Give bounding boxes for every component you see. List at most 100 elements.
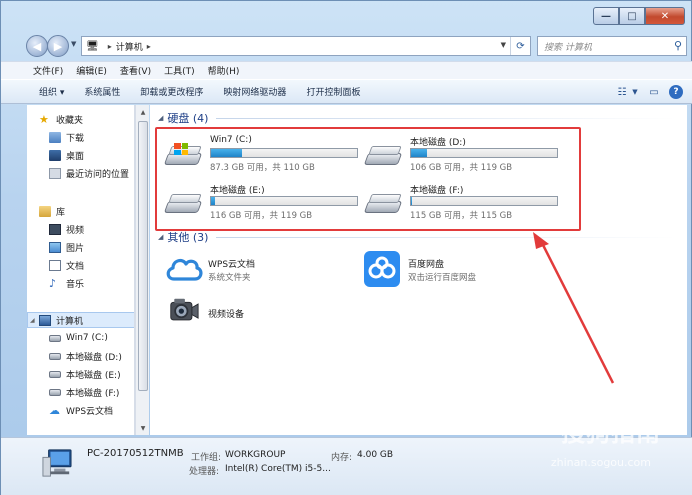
forward-arrow-icon: ▶ bbox=[53, 39, 63, 53]
nav-drive-e[interactable]: 本地磁盘 (E:) bbox=[27, 366, 134, 382]
drive-c-tile[interactable]: Win7 (C:) 87.3 GB 可用，共 110 GB bbox=[163, 133, 364, 177]
content-pane: ◢ 硬盘 (4) Win7 (C:) 87.3 GB 可用，共 110 GB 本 bbox=[150, 105, 687, 435]
drive-icon bbox=[49, 334, 61, 342]
memory-label: 内存: bbox=[331, 453, 353, 463]
group-hard-disks-label: 硬盘 (4) bbox=[167, 112, 209, 125]
nav-drive-e-label: 本地磁盘 (E:) bbox=[66, 370, 121, 381]
wps-cloud-tile[interactable]: WPS云文档 系统文件夹 bbox=[164, 251, 364, 291]
drive-d-tile[interactable]: 本地磁盘 (D:) 106 GB 可用，共 119 GB bbox=[363, 133, 564, 177]
scrollbar-thumb[interactable] bbox=[138, 121, 148, 391]
nav-documents[interactable]: 文档 bbox=[27, 257, 134, 273]
map-network-drive-button[interactable]: 映射网络驱动器 bbox=[223, 85, 286, 98]
baidu-netdisk-icon bbox=[364, 251, 400, 287]
drive-name: 本地磁盘 (D:) bbox=[410, 138, 466, 148]
forward-button[interactable]: ▶ bbox=[47, 35, 69, 57]
drive-f-tile[interactable]: 本地磁盘 (F:) 115 GB 可用，共 115 GB bbox=[363, 181, 564, 225]
nav-drive-d-label: 本地磁盘 (D:) bbox=[66, 352, 122, 363]
memory-value: 4.00 GB bbox=[357, 450, 394, 460]
menu-view[interactable]: 查看(V) bbox=[120, 64, 151, 77]
nav-recent-label: 最近访问的位置 bbox=[66, 169, 130, 180]
group-collapse-icon[interactable]: ◢ bbox=[158, 114, 163, 122]
breadcrumb-computer[interactable]: 计算机 bbox=[116, 40, 143, 53]
search-placeholder: 搜索 计算机 bbox=[544, 42, 592, 53]
nav-videos[interactable]: 视频 bbox=[27, 221, 134, 237]
address-bar[interactable]: 🖥 ▸ 计算机 ▸ ▼ ⟳ bbox=[81, 36, 531, 56]
menu-edit[interactable]: 编辑(E) bbox=[76, 64, 107, 77]
uninstall-program-button[interactable]: 卸载或更改程序 bbox=[140, 85, 203, 98]
video-device-tile[interactable]: 视频设备 bbox=[164, 295, 364, 335]
wps-cloud-icon bbox=[166, 258, 203, 281]
videos-icon bbox=[49, 223, 61, 235]
group-others-header[interactable]: ◢ 其他 (3) bbox=[158, 229, 208, 245]
nav-pictures[interactable]: 图片 bbox=[27, 239, 134, 255]
nav-favorites[interactable]: ★ 收藏夹 bbox=[27, 111, 134, 127]
drive-usage-fill bbox=[411, 197, 412, 205]
nav-computer-label: 计算机 bbox=[56, 316, 84, 327]
group-hard-disks-header[interactable]: ◢ 硬盘 (4) bbox=[158, 110, 208, 126]
drive-f-icon bbox=[363, 191, 403, 217]
nav-music[interactable]: ♪ 音乐 bbox=[27, 275, 134, 291]
drive-icon bbox=[49, 388, 61, 396]
group-divider bbox=[216, 118, 676, 119]
search-input[interactable]: 搜索 计算机 ⚲ bbox=[537, 36, 687, 56]
pictures-icon bbox=[49, 241, 61, 253]
collapse-chevron-icon[interactable]: ◢ bbox=[30, 317, 35, 324]
drive-usage-fill bbox=[411, 149, 428, 157]
help-icon[interactable]: ? bbox=[669, 85, 683, 99]
scroll-down-icon[interactable]: ▼ bbox=[136, 421, 150, 435]
breadcrumb-chevron-icon[interactable]: ▸ bbox=[108, 42, 112, 51]
refresh-icon[interactable]: ⟳ bbox=[510, 37, 530, 55]
menu-tools[interactable]: 工具(T) bbox=[164, 64, 195, 77]
other-item-name: 视频设备 bbox=[208, 310, 245, 320]
view-dropdown-icon[interactable]: ▼ bbox=[631, 84, 639, 100]
other-item-name: 百度网盘 bbox=[408, 260, 445, 270]
open-control-panel-button[interactable]: 打开控制面板 bbox=[306, 85, 360, 98]
star-icon: ★ bbox=[39, 112, 49, 126]
nav-desktop[interactable]: 桌面 bbox=[27, 147, 134, 163]
navigation-scrollbar[interactable]: ▲ ▼ bbox=[135, 105, 149, 435]
breadcrumb-chevron-icon[interactable]: ▸ bbox=[147, 42, 151, 51]
drive-c-icon bbox=[163, 143, 203, 169]
drive-e-tile[interactable]: 本地磁盘 (E:) 116 GB 可用，共 119 GB bbox=[163, 181, 364, 225]
view-options-icon[interactable]: ☷ bbox=[613, 84, 631, 100]
nav-pictures-label: 图片 bbox=[66, 243, 85, 254]
drive-name: 本地磁盘 (F:) bbox=[410, 186, 464, 196]
recent-pages-dropdown[interactable]: ▼ bbox=[71, 40, 76, 48]
workgroup-value: WORKGROUP bbox=[225, 450, 286, 460]
minimize-button[interactable]: — bbox=[593, 7, 619, 25]
nav-drive-c[interactable]: Win7 (C:) bbox=[27, 330, 134, 346]
navigation-pane: ★ 收藏夹 下载 桌面 最近访问的位置 库 视频 图片 文档 ♪ 音乐 ◢ 计算… bbox=[27, 105, 135, 435]
nav-downloads[interactable]: 下载 bbox=[27, 129, 134, 145]
drive-free-space: 87.3 GB 可用，共 110 GB bbox=[210, 163, 315, 173]
nav-libraries-label: 库 bbox=[56, 207, 66, 218]
drive-icon bbox=[49, 352, 61, 360]
nav-drive-f[interactable]: 本地磁盘 (F:) bbox=[27, 384, 134, 400]
nav-wps[interactable]: ☁ WPS云文档 bbox=[27, 402, 134, 418]
close-button[interactable]: ✕ bbox=[645, 7, 685, 25]
maximize-button[interactable]: □ bbox=[619, 7, 645, 25]
group-others-label: 其他 (3) bbox=[167, 231, 209, 244]
library-icon bbox=[39, 205, 51, 217]
nav-recent[interactable]: 最近访问的位置 bbox=[27, 165, 134, 181]
preview-pane-icon[interactable]: ▭ bbox=[645, 84, 663, 100]
scroll-up-icon[interactable]: ▲ bbox=[136, 105, 150, 119]
other-item-desc: 双击运行百度网盘 bbox=[408, 273, 477, 283]
menu-bar: 文件(F) 编辑(E) 查看(V) 工具(T) 帮助(H) bbox=[1, 61, 692, 79]
back-button[interactable]: ◀ bbox=[26, 35, 48, 57]
search-icon[interactable]: ⚲ bbox=[674, 39, 682, 52]
group-collapse-icon[interactable]: ◢ bbox=[158, 233, 163, 241]
baidu-netdisk-tile[interactable]: 百度网盘 双击运行百度网盘 bbox=[364, 251, 564, 291]
nav-drive-d[interactable]: 本地磁盘 (D:) bbox=[27, 348, 134, 364]
menu-help[interactable]: 帮助(H) bbox=[208, 64, 240, 77]
address-dropdown-icon[interactable]: ▼ bbox=[501, 41, 506, 49]
system-properties-button[interactable]: 系统属性 bbox=[84, 85, 120, 98]
menu-file[interactable]: 文件(F) bbox=[33, 64, 63, 77]
drive-usage-bar bbox=[210, 196, 358, 206]
organize-button[interactable]: 组织 ▾ bbox=[39, 85, 64, 98]
nav-drive-f-label: 本地磁盘 (F:) bbox=[66, 388, 120, 399]
watermark-url: zhinan.sogou.com bbox=[550, 456, 651, 469]
nav-computer[interactable]: ◢ 计算机 bbox=[27, 312, 134, 328]
drive-usage-bar bbox=[210, 148, 358, 158]
watermark-text: 搜狗指南 bbox=[561, 419, 661, 447]
nav-libraries[interactable]: 库 bbox=[27, 203, 134, 219]
